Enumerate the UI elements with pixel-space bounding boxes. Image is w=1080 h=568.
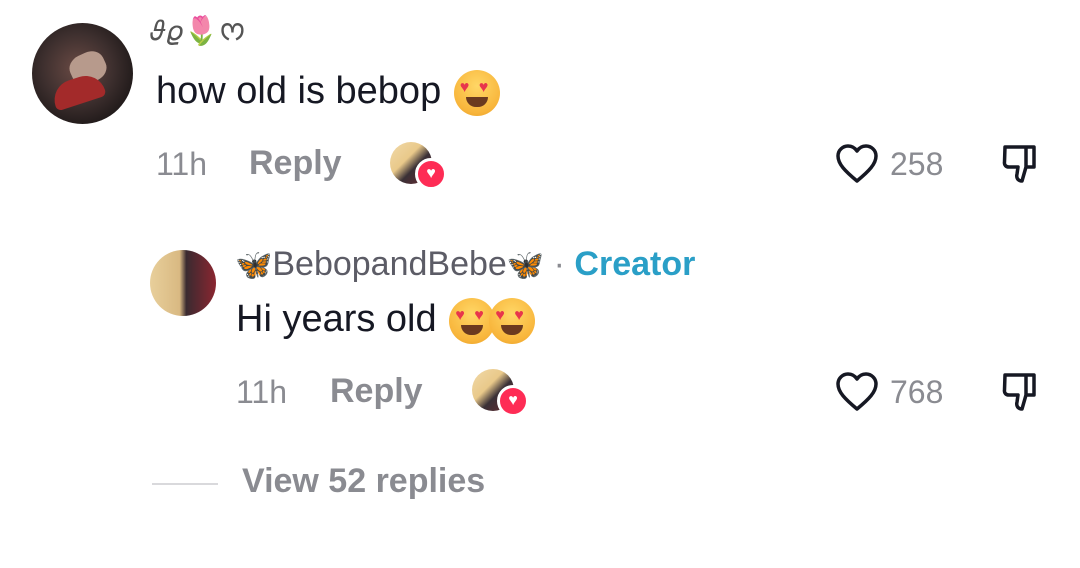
butterfly-icon: 🦋	[235, 249, 273, 282]
comment-reply-button[interactable]: Reply	[249, 144, 342, 183]
butterfly-icon: 🦋	[506, 249, 545, 282]
comment-timestamp: 11h	[156, 146, 208, 182]
comment-text-content: how old is bebop	[156, 70, 442, 113]
comment-text: how old is bebop ♥ ♥	[156, 70, 500, 116]
like-heart-icon[interactable]	[835, 371, 879, 413]
separator-dot: ·	[553, 245, 565, 283]
creator-liked-badge: ♥	[472, 369, 532, 419]
reply-header: 🦋BebopandBebe🦋 · Creator	[235, 245, 695, 284]
view-replies-button[interactable]: View 52 replies	[242, 462, 485, 501]
reply-timestamp: 11h	[236, 374, 288, 410]
reply-like-count: 768	[890, 374, 944, 410]
reply-username[interactable]: BebopandBebe	[272, 245, 506, 283]
heart-icon: ♥	[415, 158, 447, 190]
replies-divider	[152, 483, 218, 485]
heart-eyes-emoji-icon: ♥ ♥	[489, 298, 536, 344]
creator-avatar[interactable]	[150, 250, 216, 316]
reply-text: Hi years old ♥ ♥ ♥ ♥	[236, 298, 536, 344]
creator-liked-badge: ♥	[390, 142, 450, 192]
creator-label: Creator	[574, 245, 696, 283]
dislike-icon[interactable]	[1000, 371, 1040, 415]
like-heart-icon[interactable]	[835, 143, 879, 185]
heart-eyes-emoji-icon: ♥ ♥	[453, 70, 500, 116]
reply-reply-button[interactable]: Reply	[330, 372, 423, 411]
commenter-username[interactable]: 𝜗𝜚🌷ᰔ	[150, 10, 247, 53]
heart-icon: ♥	[497, 385, 529, 417]
commenter-avatar[interactable]	[32, 23, 133, 124]
comment-like-count: 258	[890, 146, 944, 182]
reply-text-content: Hi years old	[236, 298, 437, 341]
dislike-icon[interactable]	[1000, 143, 1040, 187]
